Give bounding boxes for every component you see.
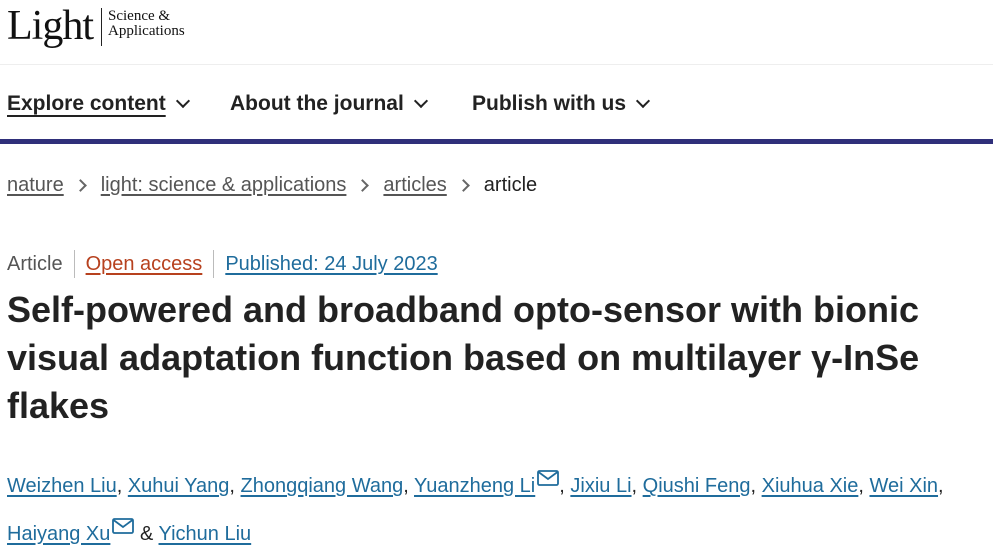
nav-explore-content[interactable]: Explore content bbox=[7, 92, 190, 116]
article-type: Article bbox=[7, 252, 63, 275]
logo-subtitle: Science & Applications bbox=[108, 8, 185, 39]
breadcrumb-articles[interactable]: articles bbox=[383, 174, 446, 197]
chevron-down-icon bbox=[635, 93, 651, 109]
journal-logo[interactable]: Light Science & Applications bbox=[7, 4, 185, 48]
author-link[interactable]: Zhongqiang Wang bbox=[241, 475, 404, 497]
chevron-down-icon bbox=[175, 93, 190, 109]
chevron-right-icon bbox=[356, 179, 370, 192]
logo-wordmark: Light bbox=[7, 3, 94, 49]
author-link[interactable]: Yichun Liu bbox=[159, 523, 252, 545]
mail-icon[interactable] bbox=[537, 459, 560, 501]
breadcrumb-nature[interactable]: nature bbox=[7, 174, 64, 197]
nav-publish-with-us[interactable]: Publish with us bbox=[472, 92, 651, 116]
mail-icon[interactable] bbox=[112, 507, 135, 549]
chevron-down-icon bbox=[413, 93, 428, 109]
author-link[interactable]: Yuanzheng Li bbox=[414, 475, 535, 497]
author-link[interactable]: Qiushi Feng bbox=[643, 475, 751, 497]
breadcrumb-current: article bbox=[483, 174, 538, 196]
chevron-right-icon bbox=[456, 179, 470, 192]
author-link[interactable]: Weizhen Liu bbox=[7, 475, 117, 497]
author-link[interactable]: Jixiu Li bbox=[570, 475, 631, 497]
chevron-right-icon bbox=[73, 179, 87, 192]
author-link[interactable]: Xuhui Yang bbox=[128, 475, 230, 497]
author-link[interactable]: Wei Xin bbox=[869, 475, 938, 497]
breadcrumb: nature light: science & applications art… bbox=[7, 174, 537, 197]
open-access-link[interactable]: Open access bbox=[75, 253, 214, 276]
author-list: Weizhen Liu, Xuhui Yang, Zhongqiang Wang… bbox=[7, 459, 993, 555]
article-title: Self-powered and broadband opto-sensor w… bbox=[7, 289, 920, 426]
breadcrumb-journal[interactable]: light: science & applications bbox=[101, 174, 347, 197]
author-link[interactable]: Xiuhua Xie bbox=[762, 475, 859, 497]
author-link[interactable]: Haiyang Xu bbox=[7, 523, 110, 545]
main-nav: Explore content About the journal Publis… bbox=[0, 65, 993, 144]
nav-about-journal[interactable]: About the journal bbox=[230, 92, 428, 116]
article-meta: Article Open access Published: 24 July 2… bbox=[7, 250, 449, 278]
site-header: Light Science & Applications bbox=[0, 0, 993, 65]
published-date-link[interactable]: Published: 24 July 2023 bbox=[214, 253, 448, 276]
logo-divider bbox=[101, 8, 102, 46]
